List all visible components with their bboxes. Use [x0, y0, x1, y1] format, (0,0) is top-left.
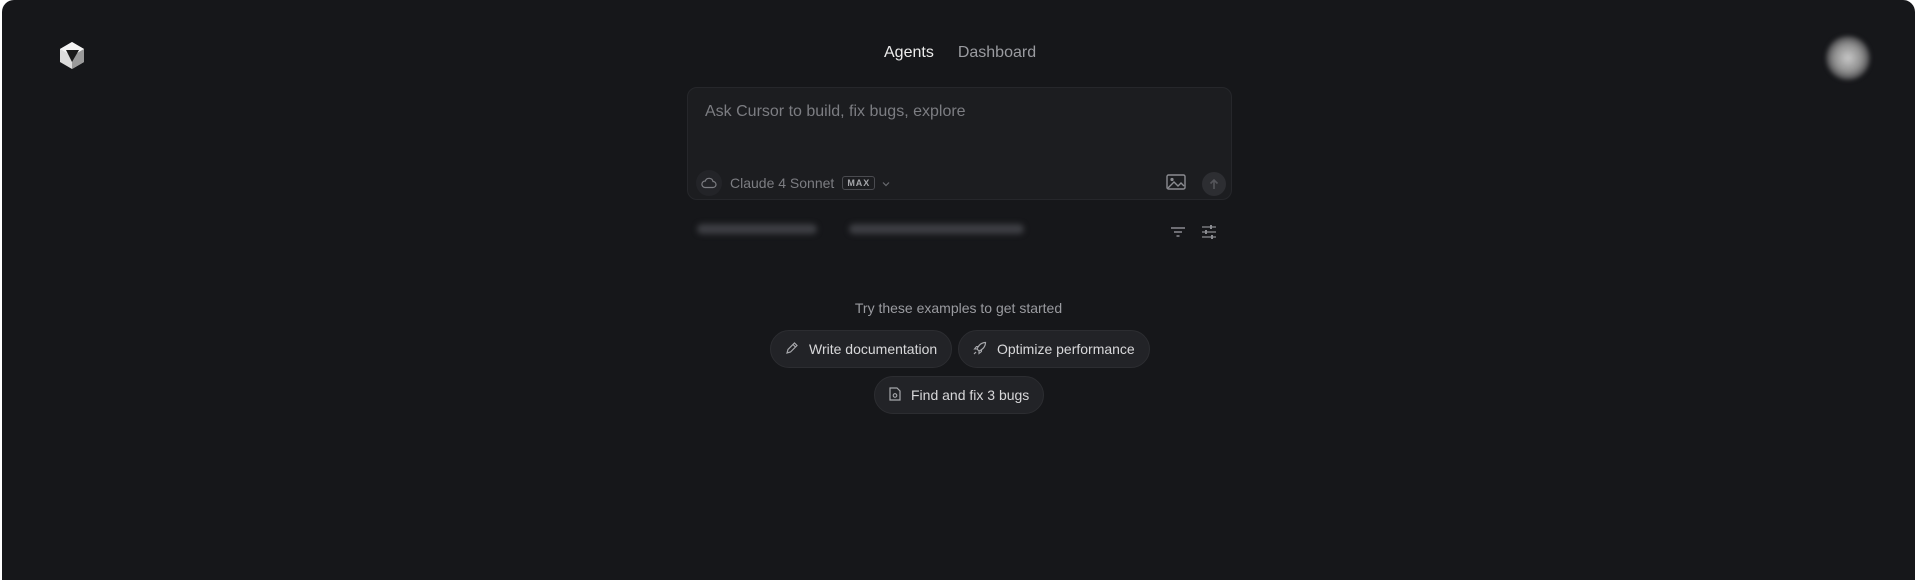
prompt-input[interactable] [703, 102, 1207, 122]
max-badge: MAX [842, 176, 876, 190]
bug-file-icon [889, 386, 901, 404]
tab-dashboard[interactable]: Dashboard [958, 44, 1036, 62]
blurred-repo-selector[interactable] [697, 224, 1024, 234]
model-selector[interactable]: Claude 4 Sonnet MAX [696, 170, 891, 196]
chip-label: Optimize performance [997, 341, 1135, 357]
pen-icon [785, 341, 799, 358]
example-optimize-performance[interactable]: Optimize performance [958, 330, 1150, 368]
example-write-documentation[interactable]: Write documentation [770, 330, 953, 368]
send-icon[interactable] [1202, 172, 1226, 196]
rocket-icon [973, 341, 987, 358]
blurred-branch-pill [849, 224, 1024, 234]
examples-heading: Try these examples to get started [854, 300, 1063, 316]
top-nav: Agents Dashboard [884, 44, 1036, 62]
chevron-down-icon [881, 175, 891, 191]
cloud-icon[interactable] [696, 170, 722, 196]
prompt-composer: Claude 4 Sonnet MAX [687, 87, 1232, 200]
sliders-icon[interactable] [1201, 224, 1217, 245]
chip-label: Find and fix 3 bugs [911, 387, 1030, 403]
image-icon[interactable] [1166, 174, 1186, 195]
cursor-logo-icon[interactable] [57, 40, 87, 70]
example-find-and-fix-bugs[interactable]: Find and fix 3 bugs [874, 376, 1045, 414]
chip-label: Write documentation [809, 341, 938, 357]
app-window: Agents Dashboard Claude 4 Sonnet MAX [2, 0, 1915, 580]
filter-icon[interactable] [1170, 225, 1186, 243]
tab-agents[interactable]: Agents [884, 44, 934, 62]
avatar[interactable] [1826, 36, 1870, 80]
blurred-repo-pill [697, 224, 817, 234]
model-name: Claude 4 Sonnet [730, 175, 835, 191]
